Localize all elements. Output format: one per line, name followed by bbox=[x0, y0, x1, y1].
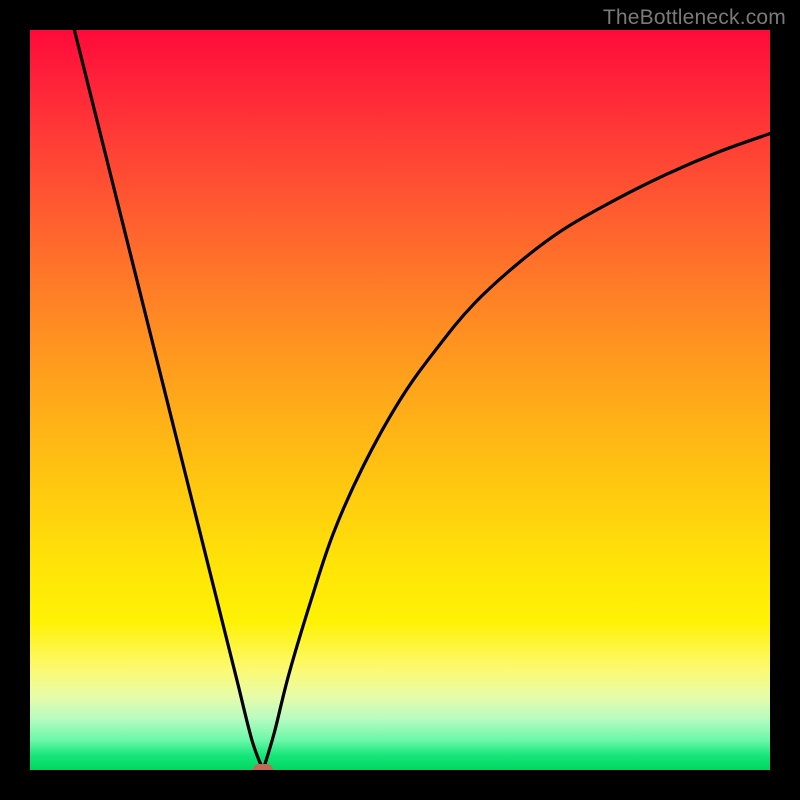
right-branch-path bbox=[263, 134, 770, 770]
watermark-text: TheBottleneck.com bbox=[603, 6, 786, 30]
minimum-marker bbox=[253, 764, 273, 770]
curve-svg bbox=[30, 30, 770, 770]
left-branch-path bbox=[74, 30, 263, 770]
plot-area bbox=[30, 30, 770, 770]
chart-frame: TheBottleneck.com bbox=[0, 0, 800, 800]
